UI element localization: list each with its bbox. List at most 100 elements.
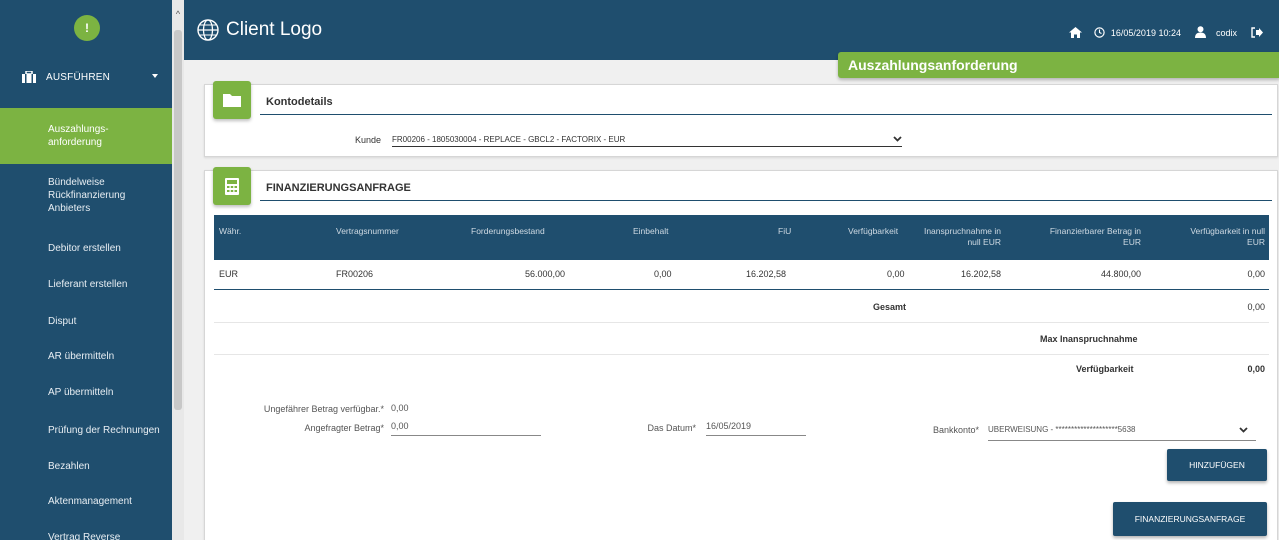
col-inanspruchnahme-line2: null EUR (967, 237, 1001, 247)
sidebar-item-ap-uebermitteln[interactable]: AP übermitteln (0, 384, 172, 400)
finanzierungsanfrage-button[interactable]: FINANZIERUNGSANFRAGE (1113, 502, 1267, 536)
chevron-down-icon[interactable] (893, 134, 902, 145)
kunde-select-value: FR00206 - 1805030004 - REPLACE - GBCL2 -… (392, 135, 626, 144)
sidebar-item-label: AP übermitteln (48, 386, 114, 398)
bankkonto-select[interactable]: UBERWEISUNG - ********************5638 (988, 425, 1256, 438)
caret-down-icon (152, 74, 158, 78)
col-vertragsnummer[interactable]: Vertragsnummer (336, 226, 399, 237)
datum-input[interactable]: 16/05/2019 (706, 421, 806, 434)
col-inanspruchnahme[interactable]: Inanspruchnahme in null EUR (924, 226, 1001, 248)
col-finanzierbarer-betrag[interactable]: Finanzierbarer Betrag in EUR (1050, 226, 1141, 248)
sidebar-item-aktenmanagement[interactable]: Aktenmanagement (0, 493, 172, 509)
datum-input-value: 16/05/2019 (706, 421, 752, 431)
logout-icon[interactable] (1251, 26, 1263, 40)
kunde-select[interactable]: FR00206 - 1805030004 - REPLACE - GBCL2 -… (392, 135, 902, 147)
sidebar-item-vertrag-reverse[interactable]: Vertrag Reverse (0, 529, 172, 540)
sidebar-item-label: Bündelweise Rückfinanzierung Anbieters (48, 176, 126, 214)
briefcase-icon (22, 71, 36, 83)
home-icon[interactable] (1068, 26, 1082, 40)
col-verfueg-null-line1: Verfügbarkeit in null (1190, 226, 1265, 236)
angefragt-input-value: 0,00 (391, 421, 409, 431)
verfuegbarkeit-row: Verfügbarkeit 0,00 (214, 355, 1269, 385)
sidebar-item-label: Bezahlen (48, 460, 90, 472)
col-fiu[interactable]: FiU (778, 226, 791, 237)
sidebar-item-lieferant-erstellen[interactable]: Lieferant erstellen (0, 276, 172, 292)
sidebar-scrollbar[interactable]: ^ (172, 0, 184, 540)
bankkonto-select-line (988, 440, 1256, 441)
hinzufuegen-button-label: HINZUFÜGEN (1189, 460, 1245, 470)
angefragt-input-line (391, 435, 541, 436)
finanzierung-divider (260, 200, 1272, 201)
sidebar-item-pruefung-rechnungen[interactable]: Prüfung der Rechnungen (0, 422, 172, 438)
sidebar-item-label: AR übermitteln (48, 350, 115, 362)
client-logo[interactable]: Client Logo (196, 18, 322, 42)
sidebar: ! AUSFÜHREN Auszahlungs- anforderung Bün… (0, 0, 172, 540)
avatar-letter: ! (85, 21, 89, 35)
max-row: Max Inanspruchnahme (214, 323, 1269, 355)
sidebar-item-label: Debitor erstellen (48, 242, 121, 254)
datum-label: Das Datum* (647, 423, 696, 433)
user-icon[interactable] (1194, 26, 1206, 40)
sidebar-item-disput[interactable]: Disput (0, 313, 172, 329)
datetime: 16/05/2019 10:24 (1110, 28, 1181, 38)
bankkonto-select-value: UBERWEISUNG - ********************5638 (988, 425, 1136, 434)
hinzufuegen-button[interactable]: HINZUFÜGEN (1167, 449, 1267, 481)
finanzierungsanfrage-button-label: FINANZIERUNGSANFRAGE (1134, 514, 1246, 524)
sidebar-item-debitor-erstellen[interactable]: Debitor erstellen (0, 240, 172, 256)
logo-text: Client Logo (226, 19, 323, 40)
ungefaehr-value: 0,00 (391, 403, 409, 413)
col-einbehalt[interactable]: Einbehalt (633, 226, 668, 237)
sidebar-item-label: Disput (48, 315, 77, 327)
cell-einbehalt: 0,00 (654, 269, 672, 279)
cell-verfueg: 0,00 (887, 269, 905, 279)
col-inanspruchnahme-line1: Inanspruchnahme in (923, 226, 1001, 236)
angefragt-label: Angefragter Betrag* (304, 423, 384, 433)
cell-verfueg-null: 0,00 (1247, 269, 1265, 279)
sidebar-item-label: Prüfung der Rechnungen (48, 424, 160, 436)
cell-finanzierbar: 44.800,00 (1100, 269, 1141, 279)
sidebar-item-bezahlen[interactable]: Bezahlen (0, 458, 172, 474)
table-row[interactable]: EUR FR00206 56.000,00 0,00 16.202,58 0,0… (214, 260, 1269, 290)
sidebar-item-buendelweise[interactable]: Bündelweise Rückfinanzierung Anbieters (0, 172, 172, 218)
col-waehr[interactable]: Währ. (219, 226, 241, 237)
gesamt-row: Gesamt 0,00 (214, 291, 1269, 323)
calculator-icon (213, 167, 251, 205)
cell-fiu: 16.202,58 (746, 269, 787, 279)
top-bar: Client Logo 16/05/2019 10:24 codix (184, 0, 1279, 60)
col-finanzierbar-line1: Finanzierbarer Betrag in (1049, 226, 1141, 236)
cell-inanspruch: 16.202,58 (960, 269, 1001, 279)
gesamt-value: 0,00 (1247, 302, 1265, 312)
sidebar-item-label: Aktenmanagement (48, 495, 132, 507)
finanzierungsanfrage-title: FINANZIERUNGSANFRAGE (266, 182, 411, 194)
gesamt-label: Gesamt (873, 302, 907, 312)
max-label: Max Inanspruchnahme (1040, 334, 1138, 344)
col-finanzierbar-line2: EUR (1123, 237, 1141, 247)
col-verfuegbarkeit-null[interactable]: Verfügbarkeit in null EUR (1190, 226, 1265, 248)
scrollbar-thumb[interactable] (174, 30, 182, 410)
sidebar-section-ausfuehren[interactable]: AUSFÜHREN (0, 60, 172, 94)
verfuegbarkeit-label: Verfügbarkeit (1076, 364, 1134, 374)
sidebar-item-auszahlungsanforderung[interactable]: Auszahlungs- anforderung (0, 108, 172, 164)
sidebar-item-label: Lieferant erstellen (48, 278, 128, 290)
sidebar-item-ar-uebermitteln[interactable]: AR übermitteln (0, 348, 172, 364)
avatar[interactable]: ! (74, 15, 100, 41)
globe-icon (197, 19, 219, 41)
clock-icon (1094, 26, 1105, 40)
col-verfueg-null-line2: EUR (1247, 237, 1265, 247)
folder-icon (213, 81, 251, 119)
verfuegbarkeit-value: 0,00 (1247, 364, 1265, 374)
kontodetails-divider (260, 114, 1272, 115)
sidebar-item-label: Vertrag Reverse (48, 531, 121, 540)
ungefaehr-label: Ungefährer Betrag verfügbar.* (263, 404, 384, 414)
datum-input-line (706, 435, 806, 436)
sidebar-section-label: AUSFÜHREN (46, 71, 111, 83)
col-verfuegbarkeit[interactable]: Verfügbarkeit (848, 226, 898, 237)
cell-vertrag: FR00206 (336, 269, 374, 279)
sidebar-item-label: Auszahlungs- anforderung (48, 124, 109, 148)
table-header: Währ. Vertragsnummer Forderungsbestand E… (214, 215, 1269, 260)
scroll-up-icon[interactable]: ^ (174, 10, 182, 19)
bankkonto-chevron-down-icon[interactable] (1239, 425, 1248, 436)
username[interactable]: codix (1216, 28, 1237, 38)
angefragt-input[interactable]: 0,00 (391, 421, 541, 434)
col-forderungsbestand[interactable]: Forderungsbestand (471, 226, 545, 237)
